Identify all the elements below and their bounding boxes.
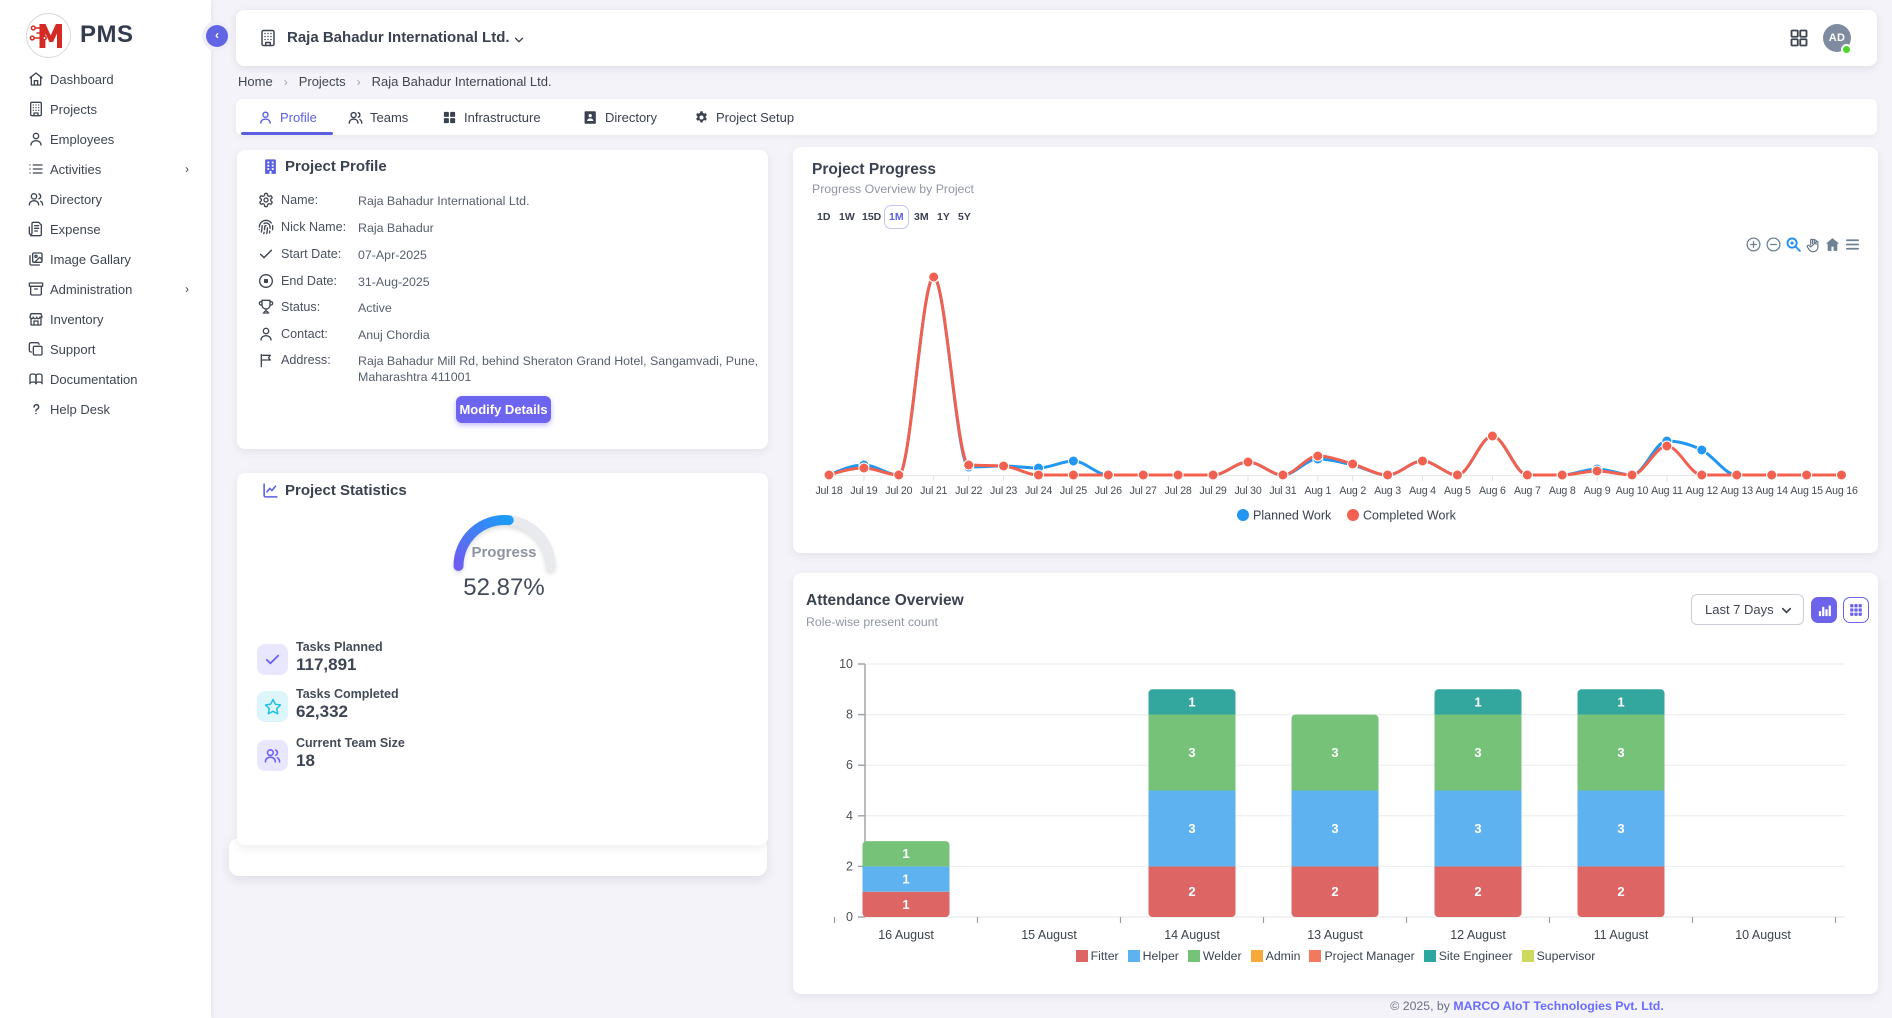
svg-text:Jul 19: Jul 19 <box>850 485 877 497</box>
svg-text:1: 1 <box>902 846 909 861</box>
svg-text:Aug 16: Aug 16 <box>1825 485 1858 497</box>
svg-text:Jul 27: Jul 27 <box>1130 485 1157 497</box>
svg-text:3: 3 <box>1188 821 1195 836</box>
svg-text:Aug 3: Aug 3 <box>1374 485 1401 497</box>
svg-text:3: 3 <box>1617 745 1624 760</box>
svg-text:Jul 28: Jul 28 <box>1165 485 1192 497</box>
svg-text:Jul 24: Jul 24 <box>1025 485 1052 497</box>
svg-text:Aug 5: Aug 5 <box>1444 485 1471 497</box>
svg-text:Aug 7: Aug 7 <box>1514 485 1541 497</box>
svg-text:Jul 29: Jul 29 <box>1200 485 1227 497</box>
svg-text:1: 1 <box>1188 694 1195 709</box>
svg-text:15 August: 15 August <box>1021 928 1077 942</box>
svg-text:3: 3 <box>1188 745 1195 760</box>
svg-text:Planned Work: Planned Work <box>1253 509 1332 523</box>
svg-text:3: 3 <box>1331 821 1338 836</box>
svg-text:3: 3 <box>1474 821 1481 836</box>
svg-text:Aug 12: Aug 12 <box>1686 485 1719 497</box>
svg-text:10: 10 <box>839 657 853 671</box>
svg-text:3: 3 <box>1617 821 1624 836</box>
svg-text:Jul 30: Jul 30 <box>1234 485 1261 497</box>
svg-text:Aug 1: Aug 1 <box>1304 485 1331 497</box>
svg-text:2: 2 <box>1188 884 1195 899</box>
svg-text:11 August: 11 August <box>1594 928 1649 942</box>
svg-text:Jul 26: Jul 26 <box>1095 485 1122 497</box>
svg-text:6: 6 <box>846 758 853 772</box>
svg-text:2: 2 <box>846 859 853 873</box>
svg-text:1: 1 <box>902 897 909 912</box>
svg-text:1: 1 <box>1474 694 1481 709</box>
svg-text:Aug 14: Aug 14 <box>1756 485 1789 497</box>
svg-text:2: 2 <box>1617 884 1624 899</box>
svg-text:1: 1 <box>1617 694 1624 709</box>
svg-text:Jul 21: Jul 21 <box>920 485 947 497</box>
svg-text:Completed Work: Completed Work <box>1363 509 1457 523</box>
svg-text:Jul 23: Jul 23 <box>990 485 1017 497</box>
svg-text:Aug 4: Aug 4 <box>1409 485 1436 497</box>
svg-text:12 August: 12 August <box>1450 928 1506 942</box>
svg-text:Jul 25: Jul 25 <box>1060 485 1087 497</box>
svg-text:Aug 8: Aug 8 <box>1549 485 1576 497</box>
svg-text:3: 3 <box>1331 745 1338 760</box>
svg-text:16 August: 16 August <box>878 928 934 942</box>
svg-text:Aug 13: Aug 13 <box>1721 485 1754 497</box>
svg-text:Aug 11: Aug 11 <box>1651 485 1683 497</box>
svg-text:Aug 15: Aug 15 <box>1790 485 1823 497</box>
svg-text:1: 1 <box>902 872 909 887</box>
svg-text:Jul 20: Jul 20 <box>885 485 912 497</box>
svg-text:14 August: 14 August <box>1164 928 1220 942</box>
svg-text:Jul 22: Jul 22 <box>955 485 982 497</box>
svg-text:Aug 10: Aug 10 <box>1616 485 1649 497</box>
svg-text:Aug 2: Aug 2 <box>1339 485 1366 497</box>
svg-text:13 August: 13 August <box>1307 928 1363 942</box>
svg-text:10 August: 10 August <box>1735 928 1791 942</box>
svg-text:0: 0 <box>846 910 853 924</box>
svg-text:Aug 9: Aug 9 <box>1584 485 1611 497</box>
svg-text:Aug 6: Aug 6 <box>1479 485 1506 497</box>
svg-text:Jul 31: Jul 31 <box>1269 485 1296 497</box>
svg-text:Jul 18: Jul 18 <box>815 485 842 497</box>
svg-text:2: 2 <box>1474 884 1481 899</box>
svg-text:3: 3 <box>1474 745 1481 760</box>
svg-text:2: 2 <box>1331 884 1338 899</box>
svg-text:4: 4 <box>846 809 853 823</box>
svg-text:8: 8 <box>846 708 853 722</box>
